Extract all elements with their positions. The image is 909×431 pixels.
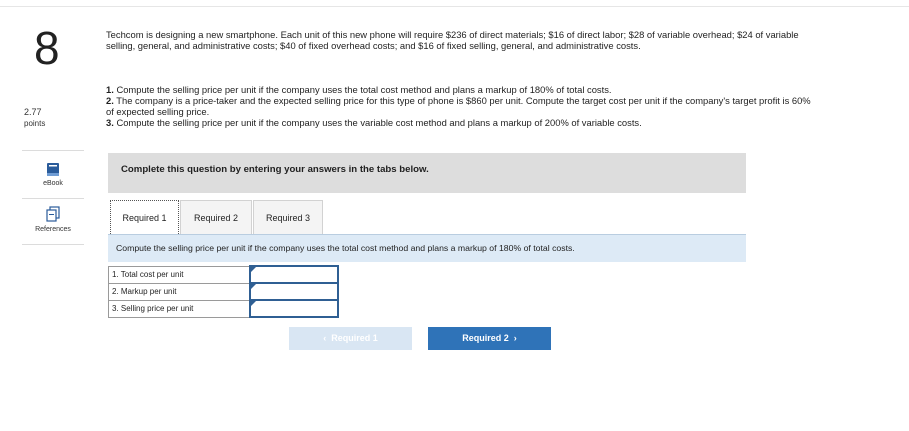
top-divider	[0, 6, 909, 7]
tab-required-2[interactable]: Required 2	[180, 200, 252, 234]
table-row: 1. Total cost per unit	[108, 265, 339, 284]
input-marker-icon	[251, 284, 256, 289]
points-label: points	[24, 119, 46, 128]
selling-price-input[interactable]	[249, 299, 339, 318]
next-required-button[interactable]: Required 2 ›	[428, 327, 551, 350]
sidebar-divider	[22, 198, 84, 199]
sidebar-divider	[22, 244, 84, 245]
sidebar-divider	[22, 150, 84, 151]
total-cost-input[interactable]	[249, 265, 339, 284]
tab-prompt: Compute the selling price per unit if th…	[108, 234, 746, 262]
markup-input[interactable]	[249, 282, 339, 301]
chevron-right-icon: ›	[513, 333, 517, 343]
instruction-banner: Complete this question by entering your …	[108, 153, 746, 193]
input-marker-icon	[251, 301, 256, 306]
problem-text: Techcom is designing a new smartphone. E…	[106, 29, 799, 51]
row-label: 1. Total cost per unit	[108, 265, 251, 284]
book-icon	[47, 163, 59, 176]
ebook-label: eBook	[43, 180, 63, 187]
prev-label: Required 1	[331, 333, 378, 343]
references-button[interactable]: References	[22, 200, 84, 244]
references-label: References	[35, 226, 71, 233]
table-row: 2. Markup per unit	[108, 282, 339, 301]
requirement-item: 2. The company is a price-taker and the …	[106, 95, 811, 117]
question-number: 8	[34, 22, 60, 74]
row-label: 3. Selling price per unit	[108, 299, 251, 318]
references-icon	[46, 206, 60, 222]
input-marker-icon	[251, 267, 256, 272]
ebook-button[interactable]: eBook	[22, 152, 84, 196]
row-label: 2. Markup per unit	[108, 282, 251, 301]
table-row: 3. Selling price per unit	[108, 299, 339, 318]
chevron-left-icon: ‹	[323, 333, 327, 343]
prompt-text: Compute the selling price per unit if th…	[116, 243, 575, 253]
points-value: 2.77	[24, 107, 42, 117]
requirements-list: 1. Compute the selling price per unit if…	[106, 84, 820, 128]
tab-required-3[interactable]: Required 3	[253, 200, 323, 234]
requirement-item: 3. Compute the selling price per unit if…	[106, 117, 642, 128]
instruction-text: Complete this question by entering your …	[121, 164, 429, 175]
prev-required-button[interactable]: ‹ Required 1	[289, 327, 412, 350]
answer-table: 1. Total cost per unit 2. Markup per uni…	[108, 265, 339, 318]
next-label: Required 2	[462, 333, 509, 343]
requirement-item: 1. Compute the selling price per unit if…	[106, 84, 612, 95]
tab-required-1[interactable]: Required 1	[110, 200, 179, 234]
